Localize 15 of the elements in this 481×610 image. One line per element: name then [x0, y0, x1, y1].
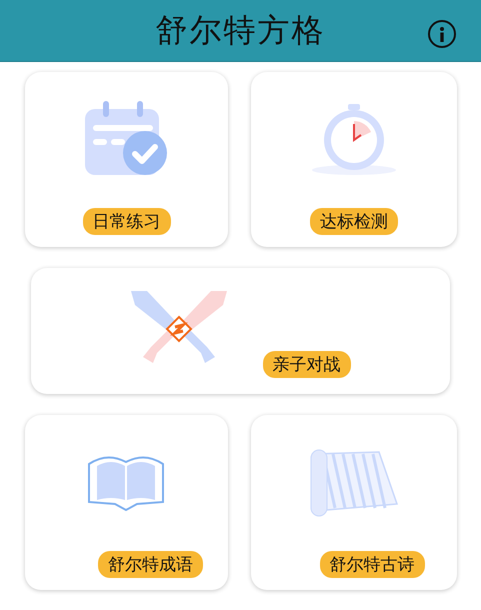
menu-label[interactable]: 达标检测 — [310, 208, 398, 235]
info-button[interactable] — [428, 20, 456, 48]
menu-label[interactable]: 日常练习 — [82, 208, 170, 235]
menu-label[interactable]: 舒尔特成语 — [98, 551, 203, 578]
menu-label[interactable]: 亲子对战 — [262, 351, 350, 378]
info-icon — [439, 26, 445, 42]
menu-card[interactable]: 日常练习 — [25, 72, 228, 247]
scroll-icon — [309, 448, 399, 518]
menu-card[interactable]: 舒尔特古诗 — [251, 415, 457, 590]
stopwatch-icon — [309, 104, 399, 176]
app-title: 舒尔特方格 — [156, 10, 326, 50]
menu-card[interactable]: 达标检测 — [251, 72, 457, 247]
menu-card[interactable]: 亲子对战 — [31, 268, 450, 394]
menu-label[interactable]: 舒尔特古诗 — [320, 551, 424, 578]
menu-card[interactable]: 舒尔特成语 — [25, 415, 228, 590]
